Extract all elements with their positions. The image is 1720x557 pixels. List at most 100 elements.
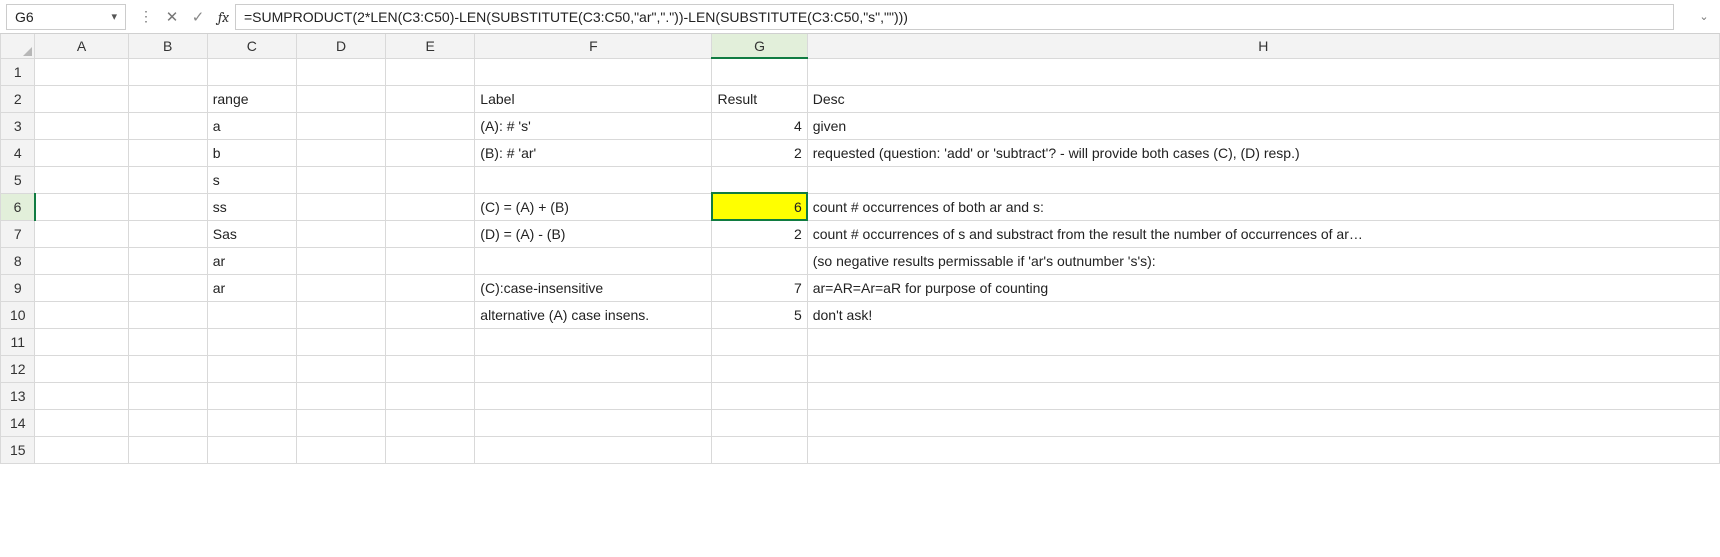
cell-A5[interactable] xyxy=(35,166,128,193)
cell-H10[interactable]: don't ask! xyxy=(807,301,1719,328)
cell-E12[interactable] xyxy=(386,355,475,382)
row-header-11[interactable]: 11 xyxy=(1,328,35,355)
cell-D9[interactable] xyxy=(296,274,385,301)
col-header-H[interactable]: H xyxy=(807,34,1719,58)
row-header-5[interactable]: 5 xyxy=(1,166,35,193)
cell-D8[interactable] xyxy=(296,247,385,274)
cell-A4[interactable] xyxy=(35,139,128,166)
cell-D1[interactable] xyxy=(296,58,385,85)
cell-F5[interactable] xyxy=(475,166,712,193)
cell-C8[interactable]: ar xyxy=(207,247,296,274)
cell-C4[interactable]: b xyxy=(207,139,296,166)
cell-B9[interactable] xyxy=(128,274,207,301)
cell-E5[interactable] xyxy=(386,166,475,193)
cell-H7[interactable]: count # occurrences of s and substract f… xyxy=(807,220,1719,247)
cell-G15[interactable] xyxy=(712,436,807,463)
cell-E6[interactable] xyxy=(386,193,475,220)
cell-B3[interactable] xyxy=(128,112,207,139)
row-header-1[interactable]: 1 xyxy=(1,58,35,85)
cell-C11[interactable] xyxy=(207,328,296,355)
cell-A10[interactable] xyxy=(35,301,128,328)
row-header-10[interactable]: 10 xyxy=(1,301,35,328)
cell-B15[interactable] xyxy=(128,436,207,463)
cell-G8[interactable] xyxy=(712,247,807,274)
cell-E2[interactable] xyxy=(386,85,475,112)
cell-D5[interactable] xyxy=(296,166,385,193)
cell-A14[interactable] xyxy=(35,409,128,436)
cell-H8[interactable]: (so negative results permissable if 'ar'… xyxy=(807,247,1719,274)
cell-F15[interactable] xyxy=(475,436,712,463)
cell-F11[interactable] xyxy=(475,328,712,355)
cell-F1[interactable] xyxy=(475,58,712,85)
col-header-B[interactable]: B xyxy=(128,34,207,58)
col-header-D[interactable]: D xyxy=(296,34,385,58)
cell-C5[interactable]: s xyxy=(207,166,296,193)
cell-H12[interactable] xyxy=(807,355,1719,382)
cancel-icon[interactable]: ✕ xyxy=(162,7,182,27)
col-header-G[interactable]: G xyxy=(712,34,807,58)
cell-F2[interactable]: Label xyxy=(475,85,712,112)
col-header-C[interactable]: C xyxy=(207,34,296,58)
cell-G1[interactable] xyxy=(712,58,807,85)
row-header-6[interactable]: 6 xyxy=(1,193,35,220)
cell-H14[interactable] xyxy=(807,409,1719,436)
cell-H5[interactable] xyxy=(807,166,1719,193)
row-header-2[interactable]: 2 xyxy=(1,85,35,112)
cell-C14[interactable] xyxy=(207,409,296,436)
cell-G10[interactable]: 5 xyxy=(712,301,807,328)
cell-G9[interactable]: 7 xyxy=(712,274,807,301)
fx-icon[interactable]: fx xyxy=(218,8,229,26)
row-header-12[interactable]: 12 xyxy=(1,355,35,382)
cell-A2[interactable] xyxy=(35,85,128,112)
cell-A12[interactable] xyxy=(35,355,128,382)
cell-C15[interactable] xyxy=(207,436,296,463)
cell-F12[interactable] xyxy=(475,355,712,382)
cell-G7[interactable]: 2 xyxy=(712,220,807,247)
cell-C2[interactable]: range xyxy=(207,85,296,112)
cell-H1[interactable] xyxy=(807,58,1719,85)
row-header-14[interactable]: 14 xyxy=(1,409,35,436)
cell-C9[interactable]: ar xyxy=(207,274,296,301)
cell-G11[interactable] xyxy=(712,328,807,355)
row-header-3[interactable]: 3 xyxy=(1,112,35,139)
cell-B6[interactable] xyxy=(128,193,207,220)
cell-F7[interactable]: (D) = (A) - (B) xyxy=(475,220,712,247)
cell-D10[interactable] xyxy=(296,301,385,328)
cell-G5[interactable] xyxy=(712,166,807,193)
cell-E13[interactable] xyxy=(386,382,475,409)
enter-icon[interactable]: ✓ xyxy=(188,7,208,27)
cell-H9[interactable]: ar=AR=Ar=aR for purpose of counting xyxy=(807,274,1719,301)
cell-F10[interactable]: alternative (A) case insens. xyxy=(475,301,712,328)
cell-B1[interactable] xyxy=(128,58,207,85)
cell-E9[interactable] xyxy=(386,274,475,301)
cell-B10[interactable] xyxy=(128,301,207,328)
cell-H2[interactable]: Desc xyxy=(807,85,1719,112)
cell-G4[interactable]: 2 xyxy=(712,139,807,166)
cell-D7[interactable] xyxy=(296,220,385,247)
cell-D15[interactable] xyxy=(296,436,385,463)
cell-G13[interactable] xyxy=(712,382,807,409)
cell-C13[interactable] xyxy=(207,382,296,409)
cell-G2[interactable]: Result xyxy=(712,85,807,112)
cell-G6[interactable]: 6 xyxy=(712,193,807,220)
cell-B2[interactable] xyxy=(128,85,207,112)
cell-B13[interactable] xyxy=(128,382,207,409)
cell-G3[interactable]: 4 xyxy=(712,112,807,139)
cell-H11[interactable] xyxy=(807,328,1719,355)
cell-C3[interactable]: a xyxy=(207,112,296,139)
cell-A15[interactable] xyxy=(35,436,128,463)
cell-H15[interactable] xyxy=(807,436,1719,463)
cell-D12[interactable] xyxy=(296,355,385,382)
formula-expand-icon[interactable]: ⌄ xyxy=(1694,4,1714,30)
cell-B5[interactable] xyxy=(128,166,207,193)
cell-C6[interactable]: ss xyxy=(207,193,296,220)
cell-E1[interactable] xyxy=(386,58,475,85)
cell-E11[interactable] xyxy=(386,328,475,355)
cell-H6[interactable]: count # occurrences of both ar and s: xyxy=(807,193,1719,220)
cell-B12[interactable] xyxy=(128,355,207,382)
cell-G14[interactable] xyxy=(712,409,807,436)
cell-D4[interactable] xyxy=(296,139,385,166)
row-header-9[interactable]: 9 xyxy=(1,274,35,301)
cell-E14[interactable] xyxy=(386,409,475,436)
cell-F8[interactable] xyxy=(475,247,712,274)
